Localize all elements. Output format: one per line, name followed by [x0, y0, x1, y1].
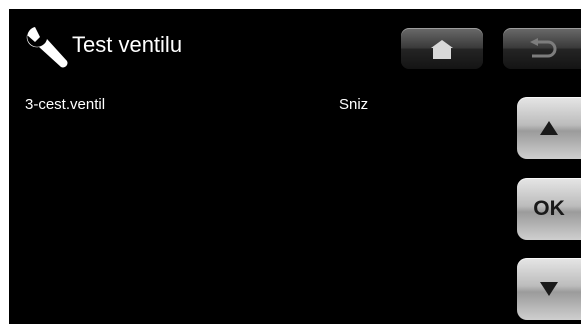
- ok-button[interactable]: OK: [517, 178, 581, 240]
- home-button[interactable]: [401, 28, 483, 69]
- back-arrow-icon: [530, 37, 557, 57]
- ok-label: OK: [533, 197, 565, 220]
- display-screen: Test ventilu 3-cest.ventil Sniz OK: [9, 9, 581, 324]
- home-icon: [431, 39, 453, 59]
- triangle-down-icon: [540, 282, 558, 296]
- triangle-up-icon: [540, 121, 558, 135]
- wrench-icon: [21, 23, 73, 75]
- back-button[interactable]: [503, 28, 581, 69]
- row-value-three-way-valve[interactable]: Sniz: [339, 95, 368, 115]
- down-button[interactable]: [517, 258, 581, 320]
- page-title: Test ventilu: [72, 32, 183, 57]
- up-button[interactable]: [517, 97, 581, 159]
- row-label-three-way-valve: 3-cest.ventil: [25, 96, 106, 113]
